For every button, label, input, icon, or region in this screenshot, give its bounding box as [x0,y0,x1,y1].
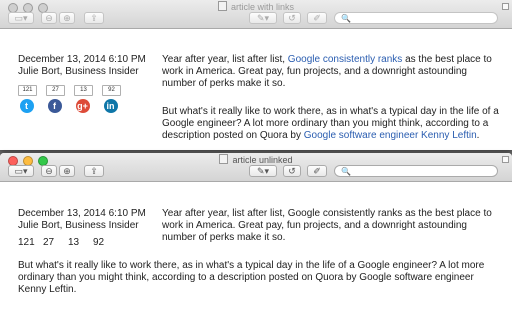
googleplus-share[interactable]: 13 g+ [74,85,93,113]
rotate-icon: ↺ [288,165,296,176]
edit-toolbar-button[interactable]: ✐ [307,12,327,24]
share-icon: ⇪ [90,12,98,23]
rotate-button[interactable]: ↺ [283,165,301,177]
search-input[interactable]: 🔍 [334,12,498,24]
facebook-share[interactable]: 27 f [46,85,65,113]
share-count: 121 [18,237,35,248]
share-count: 92 [102,85,121,96]
share-count: 121 [18,85,37,96]
paragraph-2: But what's it really like to work there,… [18,260,485,295]
zoom-in-icon: ⊕ [63,12,71,23]
paragraph-1: Year after year, list after list, Google… [162,208,492,243]
zoom-out-icon: ⊖ [45,12,53,23]
article-date: December 13, 2014 6:10 PM [18,54,146,65]
document-icon [217,1,227,11]
window-title: article unlinked [0,154,512,165]
link-kenny-leftin[interactable]: Google software engineer Kenny Leftin [304,130,477,141]
edit-icon: ✐ [313,165,321,176]
markup-pen-button[interactable]: ✎▾ [249,165,277,177]
share-count: 92 [93,237,105,248]
edit-icon: ✐ [313,12,321,23]
toolbar: ▭▾ ⊖ ⊕ ⇪ ✎▾ ↺ ✐ 🔍 [0,12,512,26]
pen-icon: ✎▾ [256,165,270,176]
search-input[interactable]: 🔍 [334,165,498,177]
zoom-in-button[interactable]: ⊕ [59,12,75,24]
share-button[interactable]: ⇪ [84,12,104,24]
share-count: 13 [74,85,93,96]
linkedin-icon[interactable]: in [103,99,118,113]
zoom-in-icon: ⊕ [63,165,71,176]
back-window: article with links ▭▾ ⊖ ⊕ ⇪ ✎▾ ↺ ✐ 🔍 Dec… [0,0,512,150]
window-title: article with links [0,1,512,12]
zoom-out-button[interactable]: ⊖ [41,165,57,177]
share-counts: 121 27 13 92 [18,237,118,248]
article-byline: Julie Bort, Business Insider [18,66,139,77]
share-icon: ⇪ [90,165,98,176]
search-icon: 🔍 [341,166,351,176]
zoom-out-icon: ⊖ [45,165,53,176]
document-icon [219,154,229,164]
rotate-icon: ↺ [288,12,296,23]
share-count: 13 [68,237,80,248]
rotate-button[interactable]: ↺ [283,12,301,24]
link-google-ranks[interactable]: Google consistently ranks [288,54,403,65]
twitter-share[interactable]: 121 t [18,85,37,113]
title-bar[interactable]: article unlinked ▭▾ ⊖ ⊕ ⇪ ✎▾ ↺ ✐ 🔍 [0,153,512,182]
zoom-in-button[interactable]: ⊕ [59,165,75,177]
share-button[interactable]: ⇪ [84,165,104,177]
sidebar-icon: ▭▾ [14,165,28,176]
article-date: December 13, 2014 6:10 PM [18,208,146,219]
share-count: 27 [46,85,65,96]
pen-icon: ✎▾ [256,12,270,23]
paragraph-2: But what's it really like to work there,… [162,106,499,141]
toolbar: ▭▾ ⊖ ⊕ ⇪ ✎▾ ↺ ✐ 🔍 [0,165,512,179]
paragraph-1: Year after year, list after list, Google… [162,54,492,89]
title-bar[interactable]: article with links ▭▾ ⊖ ⊕ ⇪ ✎▾ ↺ ✐ 🔍 [0,0,512,29]
zoom-out-button[interactable]: ⊖ [41,12,57,24]
share-bar: 121 t 27 f 13 g+ 92 in [18,85,121,113]
sidebar-button[interactable]: ▭▾ [8,165,34,177]
sidebar-button[interactable]: ▭▾ [8,12,34,24]
twitter-icon[interactable]: t [19,99,34,113]
front-window: article unlinked ▭▾ ⊖ ⊕ ⇪ ✎▾ ↺ ✐ 🔍 Decem… [0,153,512,320]
search-icon: 🔍 [341,13,351,23]
share-count: 27 [43,237,55,248]
sidebar-icon: ▭▾ [14,12,28,23]
markup-pen-button[interactable]: ✎▾ [249,12,277,24]
facebook-icon[interactable]: f [47,99,62,113]
fullscreen-icon[interactable] [502,156,509,163]
article-byline: Julie Bort, Business Insider [18,220,139,231]
fullscreen-icon[interactable] [502,3,509,10]
linkedin-share[interactable]: 92 in [102,85,121,113]
googleplus-icon[interactable]: g+ [75,99,90,113]
edit-toolbar-button[interactable]: ✐ [307,165,327,177]
